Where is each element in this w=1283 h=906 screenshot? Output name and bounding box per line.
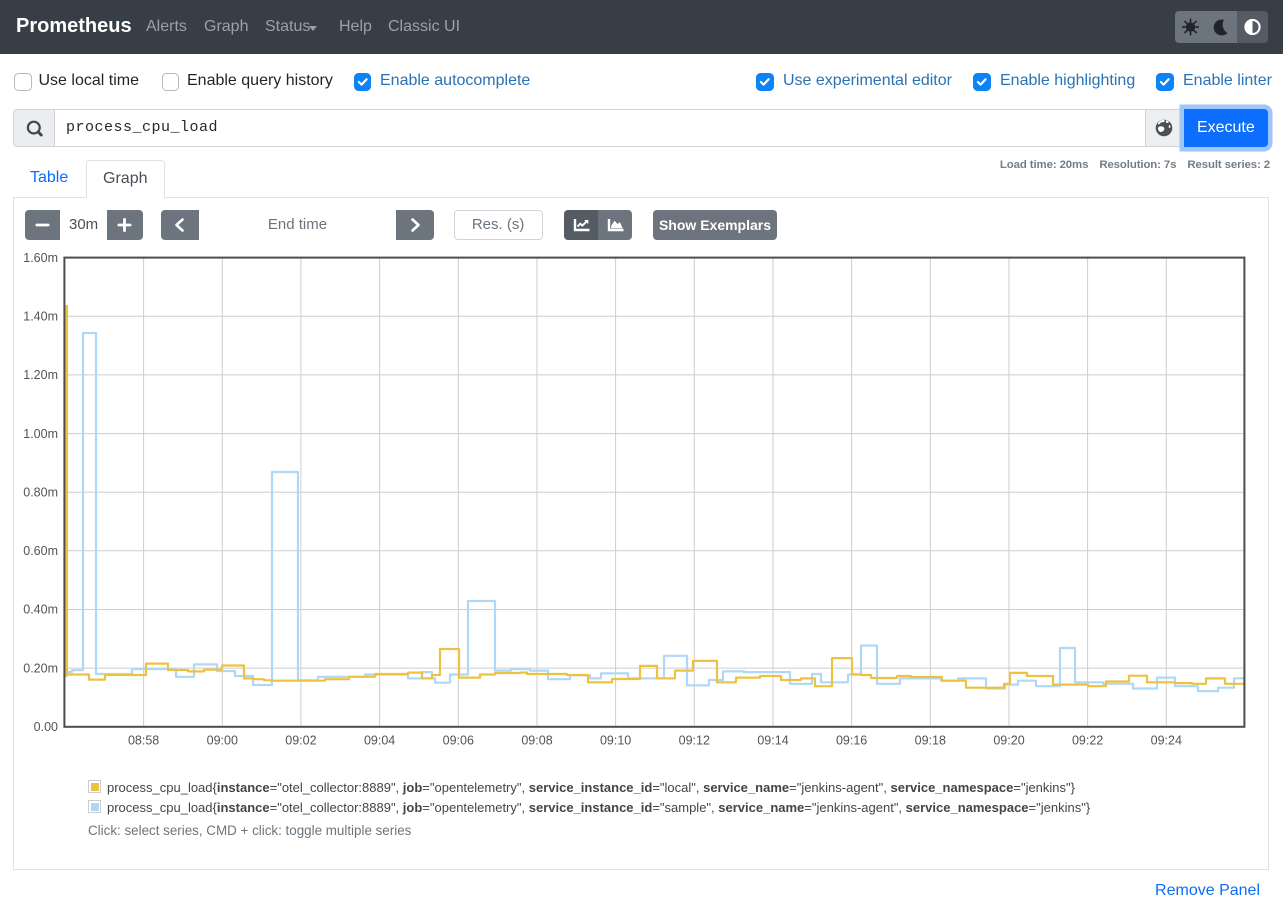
svg-text:0.40m: 0.40m <box>23 603 58 617</box>
svg-text:09:12: 09:12 <box>679 734 710 748</box>
svg-text:09:08: 09:08 <box>521 734 552 748</box>
svg-text:1.60m: 1.60m <box>23 251 58 265</box>
svg-text:1.40m: 1.40m <box>23 309 58 323</box>
svg-text:09:02: 09:02 <box>285 734 316 748</box>
svg-text:09:04: 09:04 <box>364 734 395 748</box>
svg-text:09:24: 09:24 <box>1151 734 1182 748</box>
svg-text:09:00: 09:00 <box>207 734 238 748</box>
svg-text:0.00: 0.00 <box>34 720 58 734</box>
svg-text:0.80m: 0.80m <box>23 485 58 499</box>
svg-text:09:22: 09:22 <box>1072 734 1103 748</box>
svg-text:08:58: 08:58 <box>128 734 159 748</box>
svg-text:1.20m: 1.20m <box>23 368 58 382</box>
svg-text:09:16: 09:16 <box>836 734 867 748</box>
svg-text:0.20m: 0.20m <box>23 661 58 675</box>
svg-text:09:20: 09:20 <box>993 734 1024 748</box>
svg-text:09:10: 09:10 <box>600 734 631 748</box>
svg-text:09:14: 09:14 <box>757 734 788 748</box>
svg-text:1.00m: 1.00m <box>23 427 58 441</box>
svg-text:0.60m: 0.60m <box>23 544 58 558</box>
svg-text:09:06: 09:06 <box>443 734 474 748</box>
svg-text:09:18: 09:18 <box>915 734 946 748</box>
